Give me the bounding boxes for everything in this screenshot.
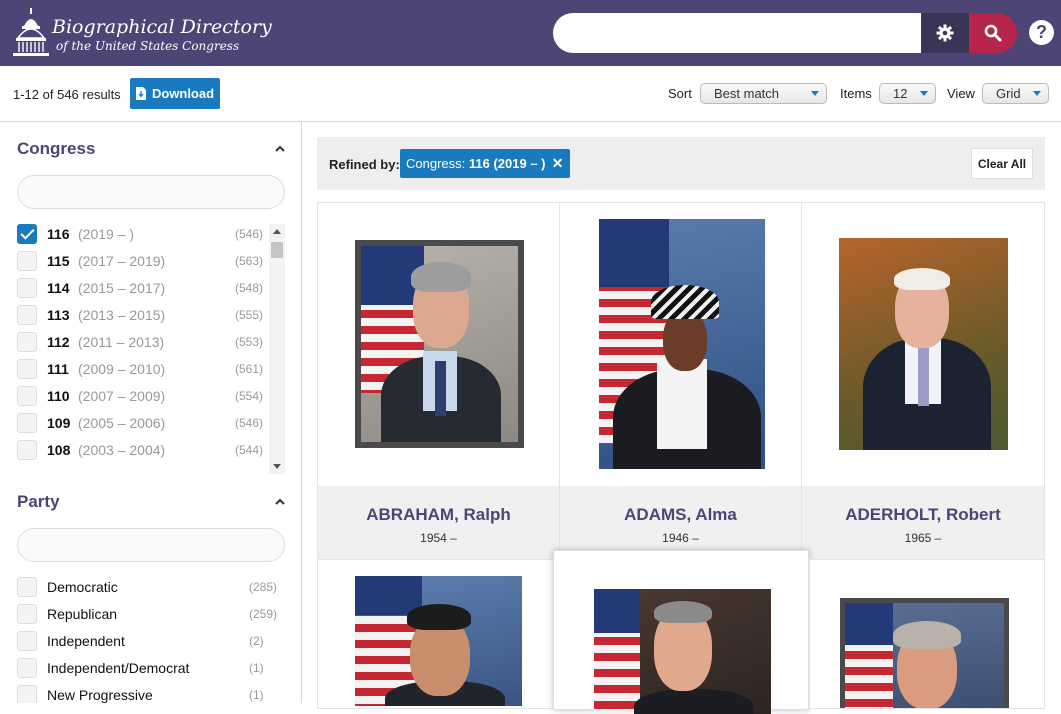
results-count: 1-12 of 546 results	[13, 87, 121, 102]
congress-option-111[interactable]: 111 (2009 – 2010) (561)	[17, 357, 267, 384]
gear-icon	[936, 24, 954, 42]
member-card[interactable]	[809, 559, 1045, 709]
checkbox[interactable]	[17, 631, 37, 651]
chevron-down-icon	[1033, 91, 1041, 96]
checkbox[interactable]	[17, 658, 37, 678]
member-portrait	[355, 576, 522, 706]
clear-all-button[interactable]: Clear All	[971, 148, 1033, 179]
member-portrait	[840, 598, 1009, 708]
congress-option-115[interactable]: 115 (2017 – 2019) (563)	[17, 249, 267, 276]
checkbox[interactable]	[17, 359, 37, 379]
member-name[interactable]: ABRAHAM, Ralph	[318, 505, 559, 525]
member-lifespan: 1954 –	[420, 531, 457, 545]
view-value: Grid	[996, 86, 1021, 101]
congress-list: 116 (2019 – ) (546) 115 (2017 – 2019) (5…	[17, 222, 267, 472]
sort-value: Best match	[714, 86, 780, 101]
checkbox[interactable]	[17, 577, 37, 597]
chevron-up-icon[interactable]	[274, 143, 286, 155]
party-option-independent-democrat[interactable]: Independent/Democrat (1)	[17, 656, 267, 683]
member-portrait	[594, 589, 771, 714]
chip-value: 116 (2019 – )	[468, 156, 546, 171]
scrollbar-thumb[interactable]	[271, 242, 283, 258]
checkbox[interactable]	[17, 332, 37, 352]
checkbox[interactable]	[17, 251, 37, 271]
sort-select[interactable]: Best match	[700, 83, 827, 104]
member-card[interactable]: ADERHOLT, Robert 1965 –	[801, 202, 1045, 560]
items-value: 12	[893, 86, 908, 101]
card-footer: ADERHOLT, Robert 1965 –	[802, 486, 1044, 560]
checkbox[interactable]	[17, 604, 37, 624]
member-portrait	[839, 238, 1008, 450]
member-card[interactable]	[553, 550, 809, 714]
member-name[interactable]: ADAMS, Alma	[560, 505, 801, 525]
congress-list-scrollbar[interactable]	[269, 224, 285, 474]
search-icon	[984, 24, 1002, 42]
congress-option-116[interactable]: 116 (2019 – ) (546)	[17, 222, 267, 249]
site-logo[interactable]: Biographical Directory of the United Sta…	[12, 8, 272, 60]
refined-by-bar: Refined by: Congress: 116 (2019 – ) ✕ Cl…	[317, 137, 1045, 190]
member-card[interactable]: ABRAHAM, Ralph 1954 –	[317, 202, 560, 560]
checkbox[interactable]	[17, 278, 37, 298]
congress-filter-input[interactable]	[17, 175, 285, 209]
chevron-down-icon	[920, 91, 928, 96]
sort-label: Sort	[668, 86, 692, 101]
scroll-down-icon[interactable]	[273, 464, 281, 469]
capitol-dome-icon	[13, 8, 49, 56]
member-lifespan: 1946 –	[662, 531, 699, 545]
logo-title: Biographical Directory	[52, 16, 272, 38]
items-select[interactable]: 12	[879, 83, 936, 104]
checkbox[interactable]	[17, 386, 37, 406]
congress-option-113[interactable]: 113 (2013 – 2015) (555)	[17, 303, 267, 330]
party-filter-input[interactable]	[17, 528, 285, 562]
congress-facet-title: Congress	[17, 139, 96, 158]
congress-option-110[interactable]: 110 (2007 – 2009) (554)	[17, 384, 267, 411]
filter-sidebar: Congress 116 (2019 – ) (546) 115 (2017 –…	[0, 122, 302, 703]
chevron-up-icon[interactable]	[274, 496, 286, 508]
member-lifespan: 1965 –	[904, 531, 942, 545]
member-portrait	[355, 240, 524, 448]
checkbox[interactable]	[17, 685, 37, 703]
congress-option-112[interactable]: 112 (2011 – 2013) (553)	[17, 330, 267, 357]
checkbox[interactable]	[17, 413, 37, 433]
view-select[interactable]: Grid	[982, 83, 1049, 104]
member-card[interactable]: ADAMS, Alma 1946 –	[559, 202, 802, 560]
search-settings-button[interactable]	[921, 13, 969, 53]
download-label: Download	[151, 86, 215, 101]
checkbox[interactable]	[17, 224, 37, 244]
active-filter-chip[interactable]: Congress: 116 (2019 – ) ✕	[400, 149, 570, 178]
party-option-new-progressive[interactable]: New Progressive (1)	[17, 683, 267, 703]
party-option-republican[interactable]: Republican (259)	[17, 602, 277, 629]
chip-prefix: Congress:	[406, 156, 466, 171]
refined-by-label: Refined by:	[329, 157, 400, 172]
party-facet-title: Party	[17, 492, 60, 511]
header-bar: Biographical Directory of the United Sta…	[0, 0, 1061, 66]
congress-option-114[interactable]: 114 (2015 – 2017) (548)	[17, 276, 267, 303]
congress-option-108[interactable]: 108 (2003 – 2004) (544)	[17, 438, 267, 465]
items-label: Items	[840, 86, 872, 101]
chevron-down-icon	[811, 91, 819, 96]
member-card[interactable]	[317, 559, 560, 709]
search-button[interactable]	[969, 13, 1017, 53]
view-label: View	[947, 86, 975, 101]
member-portrait	[599, 219, 765, 469]
file-download-icon	[135, 87, 146, 100]
member-name[interactable]: ADERHOLT, Robert	[802, 505, 1044, 525]
close-icon[interactable]: ✕	[552, 155, 564, 172]
card-footer: ADAMS, Alma 1946 –	[560, 486, 801, 560]
party-option-independent[interactable]: Independent (2)	[17, 629, 267, 656]
party-option-democratic[interactable]: Democratic (285)	[17, 575, 277, 602]
download-button[interactable]: Download	[130, 78, 220, 109]
congress-option-109[interactable]: 109 (2005 – 2006) (546)	[17, 411, 267, 438]
help-button[interactable]: ?	[1029, 20, 1054, 45]
logo-subtitle: of the United States Congress	[56, 39, 240, 53]
checkbox[interactable]	[17, 305, 37, 325]
search-bar	[553, 13, 1017, 53]
checkbox[interactable]	[17, 440, 37, 460]
scroll-up-icon[interactable]	[273, 229, 281, 234]
search-input[interactable]	[553, 13, 921, 53]
party-list: Democratic (285) Republican (259) Indepe…	[17, 575, 277, 703]
results-toolbar: 1-12 of 546 results Download Sort Best m…	[0, 66, 1061, 122]
card-footer: ABRAHAM, Ralph 1954 –	[318, 486, 559, 560]
